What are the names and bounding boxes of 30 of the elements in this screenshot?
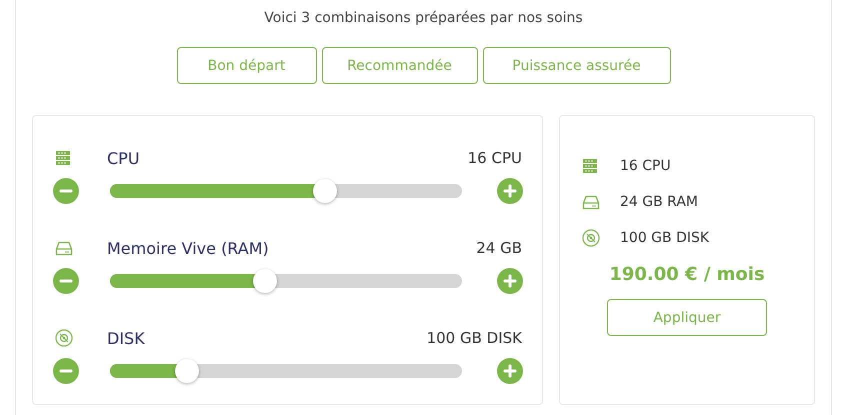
minus-button[interactable] [53, 358, 79, 384]
resource-label: CPU [107, 148, 141, 168]
minus-button[interactable] [53, 178, 79, 204]
summary-text: 100 GB DISK [620, 230, 710, 246]
resource-value: 24 GB [476, 239, 522, 257]
price-text: 190.00 € / mois [608, 264, 766, 285]
summary-text: 16 CPU [620, 158, 671, 174]
resource-label: DISK [107, 328, 146, 348]
plus-button[interactable] [497, 268, 523, 294]
summary-text: 24 GB RAM [620, 194, 698, 210]
server-icon [582, 158, 598, 174]
preset-button[interactable]: Recommandée [322, 47, 478, 84]
disc-icon [55, 329, 73, 347]
slider-handle[interactable] [175, 359, 200, 383]
slider-handle[interactable] [252, 269, 277, 293]
hard-drive-icon [55, 240, 73, 256]
intro-text: Voici 3 combinaisons préparées par nos soins [263, 9, 584, 28]
resource-label: Memoire Vive (RAM) [107, 238, 270, 258]
preset-button[interactable]: Bon départ [176, 47, 316, 84]
server-icon [55, 150, 71, 166]
preset-button[interactable]: Puissance assurée [482, 47, 670, 84]
hard-drive-icon [582, 194, 600, 210]
apply-button[interactable]: Appliquer [607, 299, 767, 336]
plus-button[interactable] [497, 358, 523, 384]
slider-handle[interactable] [312, 179, 337, 203]
minus-button[interactable] [53, 268, 79, 294]
plus-button[interactable] [497, 178, 523, 204]
resource-value: 100 GB DISK [426, 329, 522, 347]
resource-value: 16 CPU [468, 149, 522, 167]
disc-icon [582, 229, 600, 247]
